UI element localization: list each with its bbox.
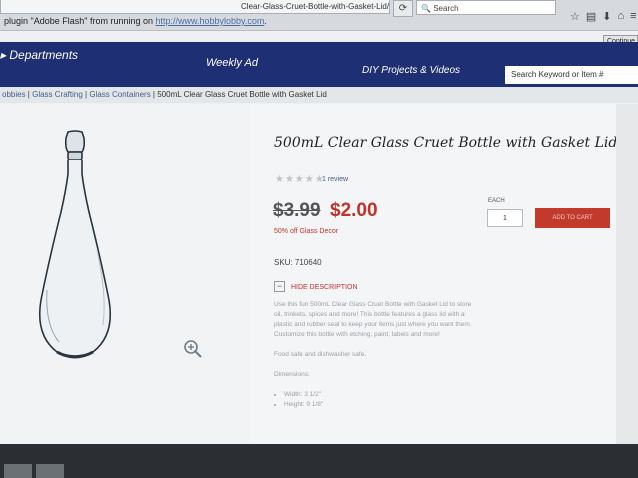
product-description: Use this fun 500mL Clear Glass Cruet Bot… xyxy=(274,300,474,410)
each-label: EACH xyxy=(488,198,505,204)
home-icon[interactable]: ⌂ xyxy=(618,10,625,23)
dimensions-label: Dimensions: xyxy=(274,371,310,378)
bookmarks-icon[interactable]: ▤ xyxy=(586,10,596,23)
rating-stars-icon: ★★★★★ xyxy=(275,174,325,185)
product-title: 500mL Clear Glass Cruet Bottle with Gask… xyxy=(274,135,618,151)
site-navigation: ▸ Departments Weekly Ad DIY Projects & V… xyxy=(0,42,638,87)
hide-description-toggle[interactable]: − HIDE DESCRIPTION xyxy=(274,281,358,292)
breadcrumb-glass-crafting[interactable]: Glass Crafting xyxy=(32,90,83,99)
review-link[interactable]: 1 review xyxy=(322,176,348,183)
dimensions-list: Width: 3 1/2" Height: 9 1/8" xyxy=(274,390,474,410)
original-price: $3.99 xyxy=(273,200,321,221)
plugin-url[interactable]: http://www.hobbylobby.com xyxy=(156,16,265,26)
breadcrumb-glass-containers[interactable]: Glass Containers xyxy=(89,90,150,99)
zoom-icon[interactable] xyxy=(183,339,203,359)
breadcrumb-hobbies[interactable]: obbies xyxy=(2,90,26,99)
nav-weekly-ad[interactable]: Weekly Ad xyxy=(206,57,258,69)
taskbar xyxy=(0,444,638,478)
sku-text: SKU: 710640 xyxy=(274,258,322,267)
screen: Clear-Glass-Cruet-Bottle-with-Gasket-Lid… xyxy=(0,0,638,478)
product-image[interactable] xyxy=(35,130,115,366)
plugin-notice-text: plugin "Adobe Flash" from running on xyxy=(4,16,153,26)
browser-toolbar: Clear-Glass-Cruet-Bottle-with-Gasket-Lid… xyxy=(0,0,638,31)
discount-label: 50% off Glass Decor xyxy=(274,228,339,235)
plugin-notification-bar: plugin "Adobe Flash" from running on htt… xyxy=(0,12,564,30)
hide-description-label: HIDE DESCRIPTION xyxy=(291,284,358,291)
download-icon[interactable]: ⬇ xyxy=(602,10,611,23)
page-margin xyxy=(616,104,638,444)
care-text: Food safe and dishwasher safe. xyxy=(274,351,367,358)
taskbar-button[interactable] xyxy=(36,464,64,478)
description-text: Use this fun 500mL Clear Glass Cruet Bot… xyxy=(274,301,472,338)
dropdown-arrow-icon: ▸ xyxy=(0,48,10,62)
toolbar-icons: ☆ ▤ ⬇ ⌂ ≡ xyxy=(570,10,637,23)
quantity-input[interactable]: 1 xyxy=(487,209,523,227)
taskbar-button[interactable] xyxy=(4,464,32,478)
minus-icon: − xyxy=(274,281,285,292)
menu-icon[interactable]: ≡ xyxy=(630,10,636,23)
dimension-width: Width: 3 1/2" xyxy=(284,390,474,400)
sale-price: $2.00 xyxy=(330,200,378,221)
bookmark-star-icon[interactable]: ☆ xyxy=(570,10,580,23)
dimension-height: Height: 9 1/8" xyxy=(284,400,474,410)
nav-diy-projects[interactable]: DIY Projects & Videos xyxy=(362,65,460,76)
nav-departments[interactable]: ▸ Departments xyxy=(0,48,78,62)
site-search-input[interactable]: Search Keyword or Item # xyxy=(505,66,638,84)
product-info: 500mL Clear Glass Cruet Bottle with Gask… xyxy=(250,104,638,444)
add-to-cart-button[interactable]: ADD TO CART xyxy=(535,208,610,228)
nav-departments-label: Departments xyxy=(9,48,79,62)
breadcrumb: obbies | Glass Crafting | Glass Containe… xyxy=(0,87,638,103)
plugin-notice-end: . xyxy=(264,16,267,26)
breadcrumb-current: 500mL Clear Glass Cruet Bottle with Gask… xyxy=(157,90,327,99)
product-image-area xyxy=(0,104,250,444)
